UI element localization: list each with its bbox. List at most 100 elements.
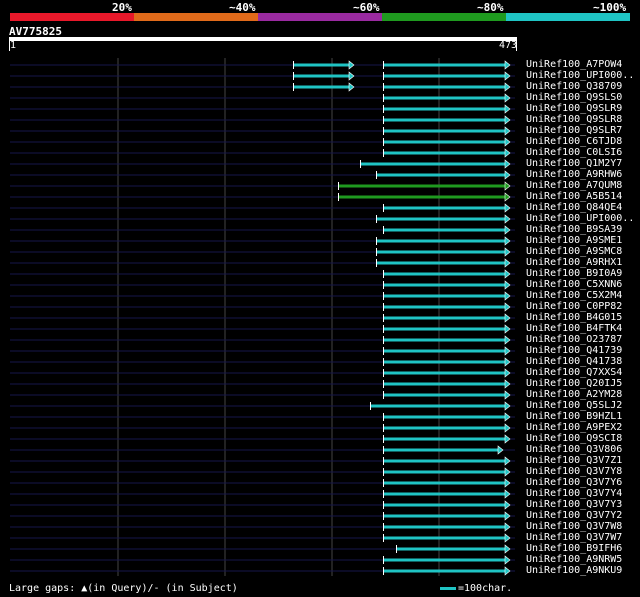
hit-segment[interactable]: [383, 85, 505, 89]
hit-label[interactable]: UniRef100_A9PEX2: [526, 423, 622, 433]
hit-label[interactable]: UniRef100_Q7XXS4: [526, 368, 622, 378]
hit-segment[interactable]: [376, 173, 505, 177]
hit-segment[interactable]: [376, 261, 505, 265]
hit-label[interactable]: UniRef100_Q3V7Y2: [526, 511, 622, 521]
hit-label[interactable]: UniRef100_Q84QE4: [526, 203, 622, 213]
hit-label[interactable]: UniRef100_C0LSI6: [526, 148, 622, 158]
hit-label[interactable]: UniRef100_Q41739: [526, 346, 622, 356]
hit-label[interactable]: UniRef100_Q20IJ5: [526, 379, 622, 389]
hit-segment[interactable]: [383, 349, 505, 353]
hit-label[interactable]: UniRef100_A7POW4: [526, 60, 622, 70]
hit-label[interactable]: UniRef100_C0PP82: [526, 302, 622, 312]
hit-segment[interactable]: [396, 547, 505, 551]
hit-segment[interactable]: [383, 74, 505, 78]
hit-label[interactable]: UniRef100_Q3V7Y6: [526, 478, 622, 488]
hit-segment[interactable]: [383, 294, 505, 298]
hit-label[interactable]: UniRef100_A9RHW6: [526, 170, 622, 180]
hit-label[interactable]: UniRef100_Q38709: [526, 82, 622, 92]
hit-segment[interactable]: [383, 107, 505, 111]
hit-segment[interactable]: [383, 393, 505, 397]
hit-start-tick: [293, 83, 294, 91]
hit-label[interactable]: UniRef100_B4FTK4: [526, 324, 622, 334]
hit-segment[interactable]: [293, 85, 349, 89]
hit-segment[interactable]: [383, 437, 505, 441]
hit-segment[interactable]: [376, 239, 505, 243]
hit-label[interactable]: UniRef100_C6TJD8: [526, 137, 622, 147]
hit-segment[interactable]: [383, 459, 505, 463]
hit-label[interactable]: UniRef100_Q3V7Y8: [526, 467, 622, 477]
hit-label[interactable]: UniRef100_Q1M2Y7: [526, 159, 622, 169]
hit-label[interactable]: UniRef100_B9IFH6: [526, 544, 622, 554]
hit-label[interactable]: UniRef100_Q5SLJ2: [526, 401, 622, 411]
hit-label[interactable]: UniRef100_Q9SLR9: [526, 104, 622, 114]
hit-label[interactable]: UniRef100_O23787: [526, 335, 622, 345]
hit-segment[interactable]: [383, 470, 505, 474]
hit-segment[interactable]: [383, 426, 505, 430]
hit-segment[interactable]: [383, 525, 505, 529]
hit-segment[interactable]: [383, 206, 505, 210]
hit-segment[interactable]: [293, 63, 349, 67]
hit-segment[interactable]: [383, 558, 505, 562]
hit-label[interactable]: UniRef100_B9I0A9: [526, 269, 622, 279]
hit-segment[interactable]: [383, 382, 505, 386]
hit-segment[interactable]: [383, 481, 505, 485]
hit-segment[interactable]: [293, 74, 349, 78]
hit-label[interactable]: UniRef100_B4G015: [526, 313, 622, 323]
hit-segment[interactable]: [383, 514, 505, 518]
hit-segment[interactable]: [383, 305, 505, 309]
hit-segment[interactable]: [376, 250, 505, 254]
hit-segment[interactable]: [383, 228, 505, 232]
hit-segment[interactable]: [383, 283, 505, 287]
hit-segment[interactable]: [383, 129, 505, 133]
hit-label[interactable]: UniRef100_Q41738: [526, 357, 622, 367]
hit-segment[interactable]: [360, 162, 505, 166]
hit-segment[interactable]: [370, 404, 505, 408]
hit-label[interactable]: UniRef100_B9SA39: [526, 225, 622, 235]
hit-segment[interactable]: [376, 217, 505, 221]
hit-label[interactable]: UniRef100_A2YM28: [526, 390, 622, 400]
hit-label[interactable]: UniRef100_Q3V7W8: [526, 522, 622, 532]
hit-segment[interactable]: [383, 492, 505, 496]
hit-segment[interactable]: [383, 118, 505, 122]
hit-label[interactable]: UniRef100_A9SMC8: [526, 247, 622, 257]
hit-segment[interactable]: [383, 503, 505, 507]
hit-segment[interactable]: [383, 360, 505, 364]
hit-label[interactable]: UniRef100_Q9SLR7: [526, 126, 622, 136]
hit-label[interactable]: UniRef100_Q3V7Z1: [526, 456, 622, 466]
hit-start-tick: [383, 479, 384, 487]
hit-segment[interactable]: [383, 338, 505, 342]
hit-segment[interactable]: [338, 184, 505, 188]
hit-segment[interactable]: [383, 327, 505, 331]
hit-label[interactable]: UniRef100_Q3V806: [526, 445, 622, 455]
hit-segment[interactable]: [383, 63, 505, 67]
hit-segment[interactable]: [383, 96, 505, 100]
hit-segment[interactable]: [338, 195, 505, 199]
hit-segment[interactable]: [383, 151, 505, 155]
hit-label[interactable]: UniRef100_Q3V7W7: [526, 533, 622, 543]
hit-label[interactable]: UniRef100_Q9SLR8: [526, 115, 622, 125]
hit-label[interactable]: UniRef100_A9NRW5: [526, 555, 622, 565]
hit-segment[interactable]: [383, 536, 505, 540]
hit-label[interactable]: UniRef100_C5XNN6: [526, 280, 622, 290]
hit-label[interactable]: UniRef100_A9RHX1: [526, 258, 622, 268]
hit-segment[interactable]: [383, 448, 498, 452]
hit-segment[interactable]: [383, 371, 505, 375]
hit-label[interactable]: UniRef100_UPI000..: [526, 71, 634, 81]
hit-label[interactable]: UniRef100_A7QUM8: [526, 181, 622, 191]
hit-label[interactable]: UniRef100_Q3V7Y3: [526, 500, 622, 510]
hit-label[interactable]: UniRef100_Q9SCI8: [526, 434, 622, 444]
hit-label[interactable]: UniRef100_UPI000..: [526, 214, 634, 224]
hit-label[interactable]: UniRef100_A5B514: [526, 192, 622, 202]
hit-label[interactable]: UniRef100_B9HZL1: [526, 412, 622, 422]
hit-label[interactable]: UniRef100_Q9SLS0: [526, 93, 622, 103]
hit-segment[interactable]: [383, 140, 505, 144]
hit-label[interactable]: UniRef100_A9SME1: [526, 236, 622, 246]
hit-segment[interactable]: [383, 272, 505, 276]
hit-segment[interactable]: [383, 415, 505, 419]
hit-label[interactable]: UniRef100_C5X2M4: [526, 291, 622, 301]
hit-segment[interactable]: [383, 316, 505, 320]
hit-segment[interactable]: [383, 569, 505, 573]
hit-end-arrow: [504, 522, 511, 532]
hit-label[interactable]: UniRef100_A9NKU9: [526, 566, 622, 576]
hit-label[interactable]: UniRef100_Q3V7Y4: [526, 489, 622, 499]
